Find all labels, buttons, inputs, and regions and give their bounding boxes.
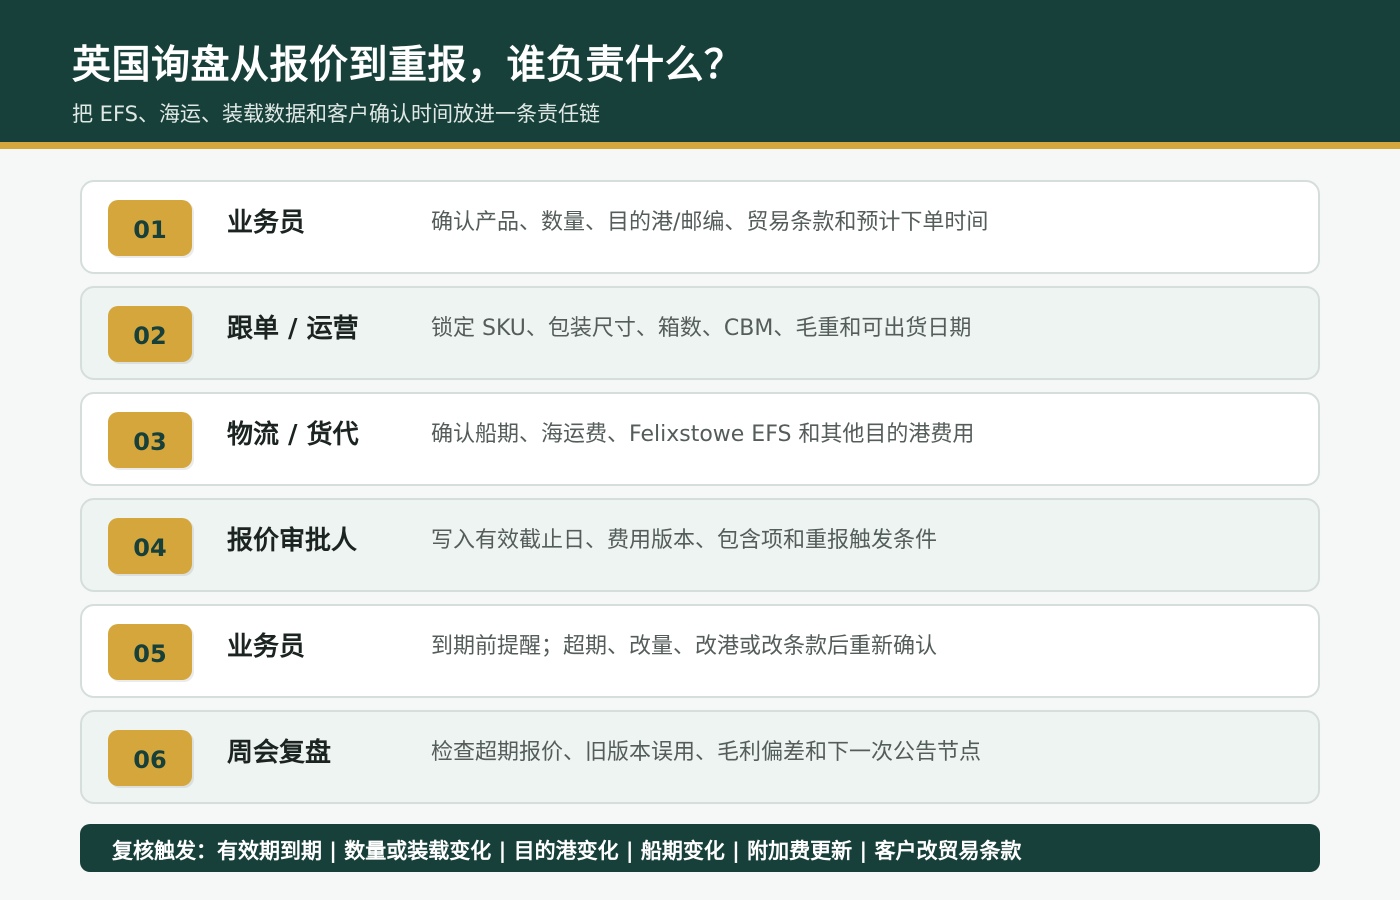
step-description: 写入有效截止日、费用版本、包含项和重报触发条件 (431, 528, 938, 553)
step-number-badge: 02 (108, 306, 192, 362)
step-role: 业务员 (227, 208, 306, 238)
step-role: 跟单 / 运营 (227, 314, 359, 344)
step-number-badge: 05 (108, 624, 192, 680)
step-description: 确认产品、数量、目的港/邮编、贸易条款和预计下单时间 (431, 210, 989, 235)
step-description: 锁定 SKU、包装尺寸、箱数、CBM、毛重和可出货日期 (431, 316, 972, 341)
header-banner: 英国询盘从报价到重报，谁负责什么？ 把 EFS、海运、装载数据和客户确认时间放进… (0, 0, 1400, 142)
step-card-03: 03 物流 / 货代 确认船期、海运费、Felixstowe EFS 和其他目的… (80, 392, 1320, 486)
step-number-badge: 04 (108, 518, 192, 574)
step-card-02: 02 跟单 / 运营 锁定 SKU、包装尺寸、箱数、CBM、毛重和可出货日期 (80, 286, 1320, 380)
step-card-05: 05 业务员 到期前提醒；超期、改量、改港或改条款后重新确认 (80, 604, 1320, 698)
step-description: 确认船期、海运费、Felixstowe EFS 和其他目的港费用 (431, 422, 975, 447)
page-subtitle: 把 EFS、海运、装载数据和客户确认时间放进一条责任链 (72, 102, 600, 126)
step-number-badge: 03 (108, 412, 192, 468)
review-triggers-bar: 复核触发：有效期到期 | 数量或装载变化 | 目的港变化 | 船期变化 | 附加… (80, 824, 1320, 872)
step-role: 物流 / 货代 (227, 420, 359, 450)
step-card-06: 06 周会复盘 检查超期报价、旧版本误用、毛利偏差和下一次公告节点 (80, 710, 1320, 804)
step-description: 检查超期报价、旧版本误用、毛利偏差和下一次公告节点 (431, 740, 982, 765)
step-number-badge: 01 (108, 200, 192, 256)
header-divider (0, 142, 1400, 149)
step-role: 报价审批人 (227, 526, 358, 556)
step-description: 到期前提醒；超期、改量、改港或改条款后重新确认 (431, 634, 938, 659)
step-role: 业务员 (227, 632, 306, 662)
step-card-04: 04 报价审批人 写入有效截止日、费用版本、包含项和重报触发条件 (80, 498, 1320, 592)
step-card-01: 01 业务员 确认产品、数量、目的港/邮编、贸易条款和预计下单时间 (80, 180, 1320, 274)
review-triggers-text: 复核触发：有效期到期 | 数量或装载变化 | 目的港变化 | 船期变化 | 附加… (112, 839, 1022, 863)
step-role: 周会复盘 (227, 738, 332, 768)
responsibility-chain: 01 业务员 确认产品、数量、目的港/邮编、贸易条款和预计下单时间 02 跟单 … (80, 180, 1320, 816)
step-number-badge: 06 (108, 730, 192, 786)
page-title: 英国询盘从报价到重报，谁负责什么？ (72, 43, 744, 88)
